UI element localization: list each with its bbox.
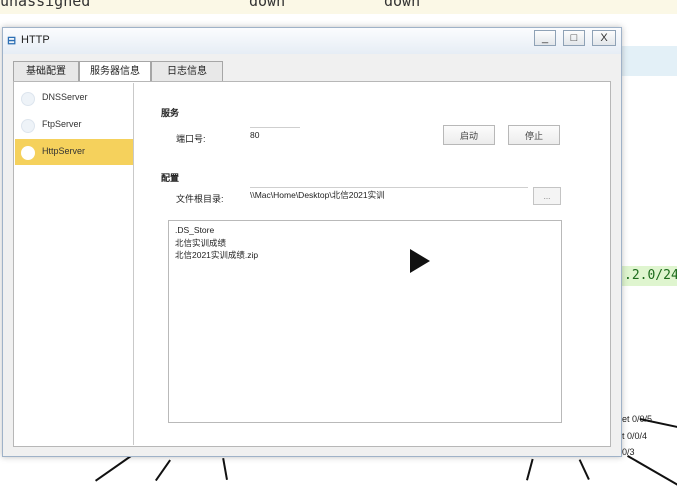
server-icon	[21, 92, 35, 106]
terminal-status-text: down	[384, 0, 421, 10]
start-button[interactable]: 启动	[443, 125, 495, 145]
sidebar-item-label: HttpServer	[42, 146, 86, 156]
tab-basic-config[interactable]: 基础配置	[13, 61, 79, 81]
browse-button[interactable]: ...	[533, 187, 561, 205]
background-window-band	[620, 46, 677, 76]
topology-link	[95, 454, 134, 482]
port-label: 端口号:	[176, 134, 206, 144]
http-app-icon: ⊟	[7, 35, 17, 47]
file-item[interactable]: 北信2021实训成绩.zip	[175, 249, 258, 261]
port-input[interactable]: 80	[250, 127, 300, 142]
sidebar-item-ftp-server[interactable]: FtpServer	[15, 112, 133, 138]
terminal-status-text: unassigned	[0, 0, 91, 10]
stop-button[interactable]: 停止	[508, 125, 560, 145]
file-list[interactable]: .DS_Store 北信实训成绩 北信2021实训成绩.zip	[168, 220, 562, 423]
topology-link	[155, 459, 171, 482]
topology-link	[526, 458, 534, 481]
server-icon	[21, 146, 35, 160]
tab-content: DNSServer FtpServer HttpServer 服务 端口号: 8…	[13, 81, 611, 447]
file-item[interactable]: 北信实训成绩	[175, 237, 226, 249]
minimize-button[interactable]: _	[534, 30, 556, 46]
sidebar-item-dns-server[interactable]: DNSServer	[15, 85, 133, 111]
config-section-title: 配置	[161, 173, 180, 183]
terminal-background-row: unassigned down down	[0, 0, 677, 14]
port-label: t 0/0/4	[622, 431, 648, 441]
topology-link	[578, 459, 590, 480]
topology-link	[627, 455, 677, 487]
tab-server-info[interactable]: 服务器信息	[79, 61, 151, 81]
maximize-button[interactable]: □	[563, 30, 585, 46]
file-item[interactable]: .DS_Store	[175, 225, 214, 235]
server-settings-panel: 服务 端口号: 80 启动 停止 配置 文件根目录: \\Mac\Home\De…	[134, 83, 609, 445]
play-icon[interactable]	[410, 249, 430, 273]
service-section-title: 服务	[161, 108, 180, 118]
sidebar-item-label: DNSServer	[42, 92, 88, 102]
terminal-status-text: down	[249, 0, 286, 10]
close-button[interactable]: X	[592, 30, 616, 46]
http-dialog: ⊟ HTTP _ □ X 基础配置 服务器信息 日志信息 DNSServer F…	[2, 27, 622, 457]
root-directory-input[interactable]: \\Mac\Home\Desktop\北信2021实训	[250, 187, 528, 202]
title-bar[interactable]: ⊟ HTTP _ □ X	[3, 28, 621, 54]
sidebar-item-label: FtpServer	[42, 119, 82, 129]
root-directory-label: 文件根目录:	[176, 194, 224, 204]
server-list: DNSServer FtpServer HttpServer	[15, 83, 134, 445]
sidebar-item-http-server[interactable]: HttpServer	[15, 139, 133, 165]
tab-log-info[interactable]: 日志信息	[151, 61, 223, 81]
window-title: HTTP	[21, 34, 50, 46]
network-label: .2.0/24	[620, 266, 677, 286]
server-icon	[21, 119, 35, 133]
topology-link	[222, 457, 228, 480]
